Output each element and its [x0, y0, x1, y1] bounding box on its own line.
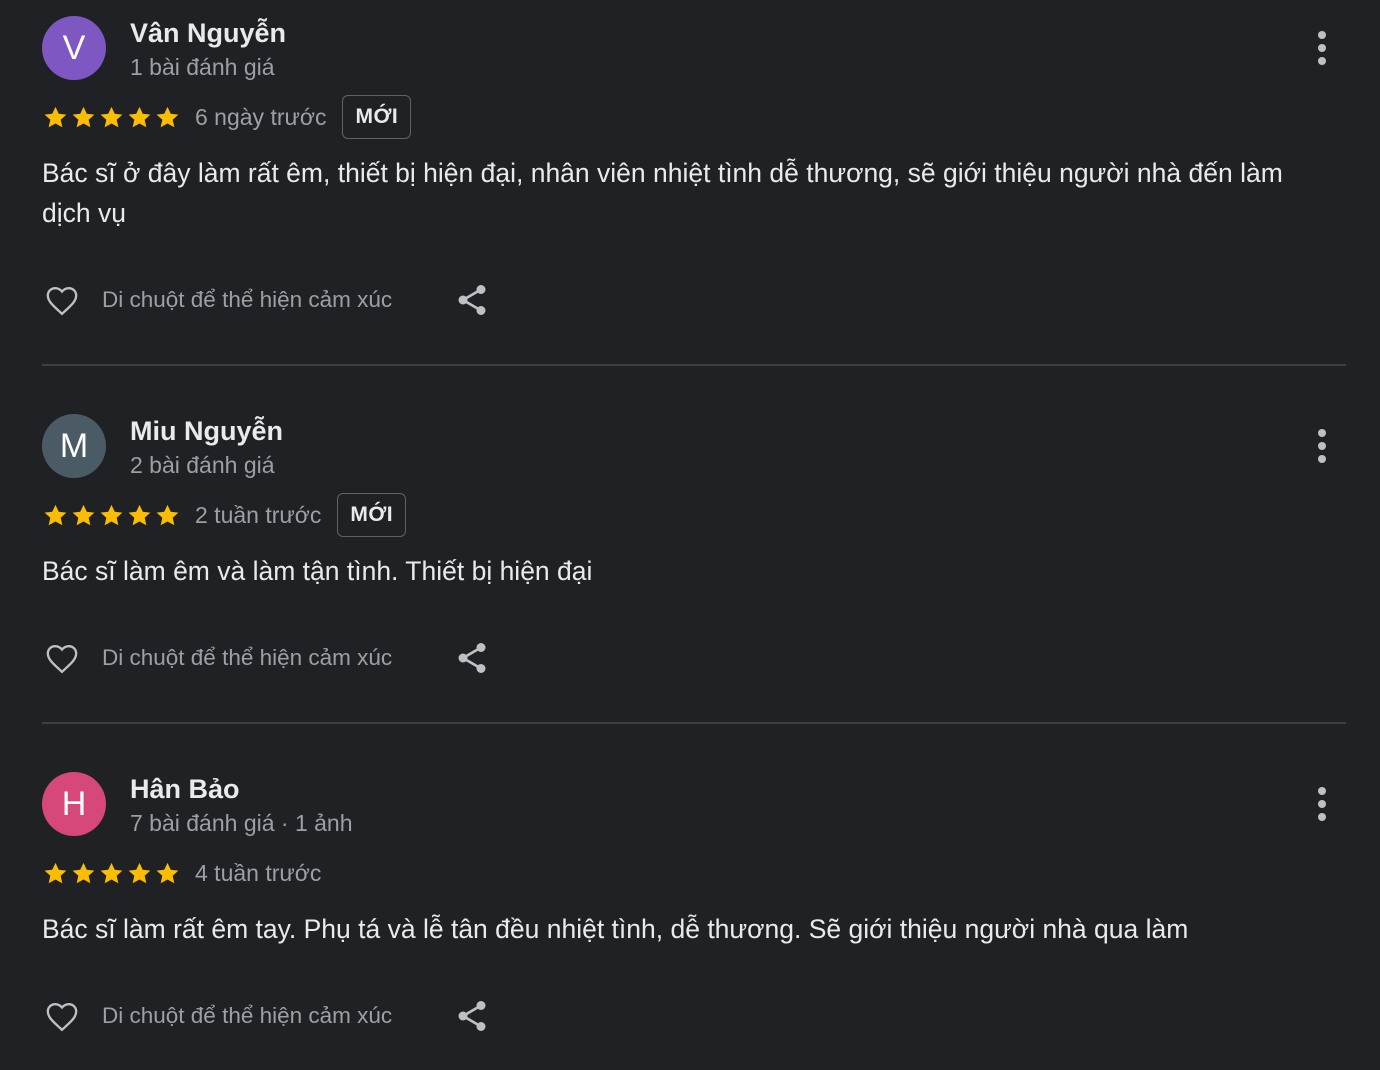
rating-row: 6 ngày trước MỚI — [42, 95, 412, 139]
more-vert-icon — [1318, 31, 1326, 39]
star-icon — [72, 862, 95, 883]
avatar[interactable]: H — [42, 772, 106, 836]
rating-row: 4 tuần trước — [42, 851, 321, 895]
more-options-button[interactable] — [1308, 424, 1336, 468]
star-icon — [72, 106, 95, 127]
star-icon — [44, 106, 67, 127]
react-button[interactable]: Di chuột để thể hiện cảm xúc — [42, 638, 392, 678]
avatar[interactable]: M — [42, 414, 106, 478]
review-date: 4 tuần trước — [195, 859, 322, 886]
review-actions: Di chuột để thể hiện cảm xúc — [42, 278, 492, 322]
more-vert-icon — [1318, 429, 1326, 437]
share-button[interactable] — [452, 280, 492, 320]
star-icon — [128, 106, 151, 127]
new-badge: MỚI — [342, 95, 412, 139]
author-name[interactable]: Hân Bảo — [130, 772, 240, 806]
heart-outline-icon — [46, 286, 78, 316]
more-options-button[interactable] — [1308, 782, 1336, 826]
divider — [42, 364, 1346, 366]
share-button[interactable] — [452, 996, 492, 1036]
share-button[interactable] — [452, 638, 492, 678]
star-icon — [156, 504, 179, 525]
star-icon — [100, 106, 123, 127]
star-icon — [156, 106, 179, 127]
author-meta: 2 bài đánh giá — [130, 452, 275, 478]
review-date: 6 ngày trước — [195, 103, 327, 130]
star-icon — [100, 504, 123, 525]
star-icon — [156, 862, 179, 883]
review-text: Bác sĩ làm rất êm tay. Phụ tá và lễ tân … — [42, 914, 1189, 944]
more-vert-icon — [1318, 787, 1326, 795]
star-icon — [44, 862, 67, 883]
heart-outline-icon — [46, 1002, 78, 1032]
star-icon — [128, 862, 151, 883]
star-icon — [72, 504, 95, 525]
share-icon — [458, 1001, 486, 1031]
review-date: 2 tuần trước — [195, 501, 322, 528]
author-name[interactable]: Vân Nguyễn — [130, 16, 286, 50]
review-text: Bác sĩ làm êm và làm tận tình. Thiết bị … — [42, 556, 593, 586]
star-rating — [42, 104, 181, 131]
author-name[interactable]: Miu Nguyễn — [130, 414, 283, 448]
rating-row: 2 tuần trước MỚI — [42, 493, 407, 537]
more-options-button[interactable] — [1308, 26, 1336, 70]
star-icon — [128, 504, 151, 525]
star-rating — [42, 860, 181, 887]
star-rating — [42, 502, 181, 529]
react-label: Di chuột để thể hiện cảm xúc — [102, 287, 393, 312]
heart-outline-icon — [46, 644, 78, 674]
share-icon — [458, 643, 486, 673]
review-text: Bác sĩ ở đây làm rất êm, thiết bị hiện đ… — [42, 158, 1283, 228]
divider — [42, 722, 1346, 724]
author-meta: 7 bài đánh giá · 1 ảnh — [130, 810, 353, 836]
react-button[interactable]: Di chuột để thể hiện cảm xúc — [42, 280, 392, 320]
new-badge: MỚI — [337, 493, 407, 537]
author-meta: 1 bài đánh giá — [130, 54, 275, 80]
avatar[interactable]: V — [42, 16, 106, 80]
star-icon — [100, 862, 123, 883]
star-icon — [44, 504, 67, 525]
react-label: Di chuột để thể hiện cảm xúc — [102, 645, 393, 670]
share-icon — [458, 285, 486, 315]
react-button[interactable]: Di chuột để thể hiện cảm xúc — [42, 996, 392, 1036]
review-actions: Di chuột để thể hiện cảm xúc — [42, 636, 492, 680]
react-label: Di chuột để thể hiện cảm xúc — [102, 1003, 393, 1028]
review-actions: Di chuột để thể hiện cảm xúc — [42, 994, 492, 1038]
